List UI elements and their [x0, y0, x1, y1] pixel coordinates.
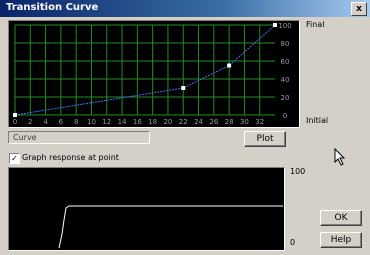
- help-button[interactable]: Help: [320, 232, 362, 248]
- y-tick-label: 80: [281, 40, 290, 48]
- checkmark-icon: ✓: [11, 154, 18, 163]
- x-tick-label: 16: [133, 118, 142, 126]
- graph-response-label: Graph response at point: [22, 153, 119, 162]
- x-tick-label: 2: [28, 118, 32, 126]
- x-tick-label: 6: [59, 118, 64, 126]
- final-label: Final: [306, 20, 325, 29]
- initial-label: Initial: [306, 116, 329, 125]
- response-line: [58, 205, 283, 249]
- x-tick-label: 28: [225, 118, 234, 126]
- ok-button[interactable]: OK: [320, 210, 362, 226]
- window-title: Transition Curve: [6, 2, 99, 13]
- plot-button[interactable]: Plot: [244, 131, 286, 147]
- x-tick-label: 4: [43, 118, 48, 126]
- close-icon: x: [356, 4, 362, 14]
- x-tick-label: 20: [163, 118, 172, 126]
- curve-control-point[interactable]: [273, 23, 277, 27]
- x-tick-label: 8: [74, 118, 78, 126]
- x-tick-label: 14: [118, 118, 127, 126]
- transition-curve-plot[interactable]: 0 2 4 6 8 10 12 14 16 18 20 22 24 26 28 30 3202040608010…: [9, 21, 299, 127]
- y-tick-label: 60: [281, 58, 290, 66]
- x-tick-label: 18: [148, 118, 157, 126]
- y-tick-label: 100: [278, 22, 291, 30]
- x-tick-label: 12: [102, 118, 111, 126]
- close-button[interactable]: x: [351, 2, 367, 16]
- response-graph: [8, 167, 285, 251]
- transition-curve-graph[interactable]: 0 2 4 6 8 10 12 14 16 18 20 22 24 26 28 30 32 0 20 40 60 80 10…: [8, 20, 300, 128]
- y-tick-label: 20: [281, 94, 290, 102]
- mouse-cursor-icon: [334, 148, 346, 166]
- y-tick-label: 0: [283, 112, 287, 120]
- response-min-label: 0: [290, 238, 296, 247]
- graph-response-checkbox[interactable]: ✓: [9, 153, 20, 164]
- y-tick-label: 40: [281, 76, 290, 84]
- response-plot: [58, 205, 283, 249]
- transition-curve-line: [14, 24, 276, 116]
- x-tick-label: 22: [179, 118, 188, 126]
- response-max-label: 100: [290, 167, 306, 176]
- curve-control-point[interactable]: [227, 63, 232, 68]
- x-tick-label: 32: [255, 118, 264, 126]
- title-bar: Transition Curve x: [0, 0, 370, 17]
- curve-status-field: Curve: [8, 131, 150, 144]
- x-tick-label: 0: [13, 118, 17, 126]
- x-tick-label: 10: [87, 118, 96, 126]
- x-tick-label: 24: [194, 118, 203, 126]
- curve-control-point[interactable]: [181, 86, 186, 90]
- curve-control-point[interactable]: [13, 113, 17, 117]
- x-tick-label: 30: [240, 118, 249, 126]
- x-tick-label: 26: [209, 118, 218, 126]
